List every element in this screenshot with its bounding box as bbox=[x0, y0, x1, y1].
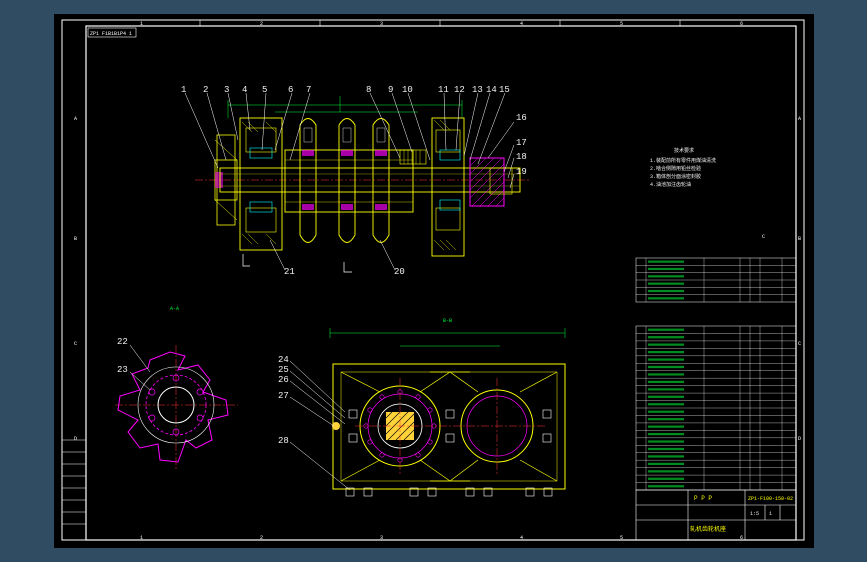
callout-number: 22 bbox=[117, 337, 128, 347]
title-block-code: ZP1-F100-150-02 bbox=[748, 496, 793, 502]
bottom-ruler-label: 5 bbox=[620, 535, 623, 541]
callout-number: 25 bbox=[278, 365, 289, 375]
table-cell-mark bbox=[648, 425, 684, 428]
cad-drawing-canvas[interactable]: 1 2 3 4 5 6 1 2 3 4 5 6 A B C D A B C D … bbox=[0, 0, 867, 562]
table-cell-mark bbox=[648, 388, 684, 391]
table-cell-mark bbox=[648, 267, 684, 271]
top-ruler-label: 5 bbox=[620, 21, 623, 27]
callout-number: 16 bbox=[516, 113, 527, 123]
callout-number: 3 bbox=[224, 85, 229, 95]
section-label-c: C bbox=[762, 234, 765, 240]
title-block-scale: 1:5 bbox=[750, 511, 759, 517]
section-label-bb: B-B bbox=[443, 318, 452, 324]
left-ruler-label: B bbox=[74, 236, 77, 242]
callout-number: 11 bbox=[438, 85, 449, 95]
callout-number: 4 bbox=[242, 85, 247, 95]
left-ruler-label: A bbox=[74, 116, 77, 122]
callout-number: 5 bbox=[262, 85, 267, 95]
table-cell-mark bbox=[648, 477, 684, 480]
callout-number: 9 bbox=[388, 85, 393, 95]
table-cell-mark bbox=[648, 470, 684, 473]
notes-line: 3.箱体剖分面涂密封胶 bbox=[650, 173, 701, 180]
table-cell-mark bbox=[648, 447, 684, 451]
callout-number: 8 bbox=[366, 85, 371, 95]
top-ruler-label: 2 bbox=[260, 21, 263, 27]
bottom-ruler-label: 4 bbox=[520, 535, 523, 541]
callout-number: 13 bbox=[472, 85, 483, 95]
table-cell-mark bbox=[648, 365, 684, 369]
table-cell-mark bbox=[648, 395, 684, 398]
table-cell-mark bbox=[648, 462, 684, 466]
table-cell-mark bbox=[648, 455, 684, 458]
top-ruler-label: 3 bbox=[380, 21, 383, 27]
callout-number: 19 bbox=[516, 167, 527, 177]
callout-number: 21 bbox=[284, 267, 295, 277]
table-cell-mark bbox=[648, 380, 684, 384]
callout-number: 1 bbox=[181, 85, 186, 95]
title-block-company: P P P bbox=[694, 495, 712, 502]
table-cell-mark bbox=[648, 358, 684, 361]
table-cell-mark bbox=[648, 485, 684, 488]
bottom-ruler-label: 2 bbox=[260, 535, 263, 541]
table-cell-mark bbox=[648, 260, 684, 263]
callout-number: 18 bbox=[516, 152, 527, 162]
callout-number: 23 bbox=[117, 365, 128, 375]
bottom-ruler-label: 1 bbox=[140, 535, 143, 541]
table-cell-mark bbox=[648, 297, 684, 300]
callout-number: 14 bbox=[486, 85, 497, 95]
table-cell-mark bbox=[648, 373, 684, 376]
callout-number: 12 bbox=[454, 85, 465, 95]
callout-number: 20 bbox=[394, 267, 405, 277]
table-cell-mark bbox=[648, 403, 684, 406]
callout-number: 7 bbox=[306, 85, 311, 95]
right-ruler-label: A bbox=[798, 116, 801, 122]
table-cell-mark bbox=[648, 275, 684, 278]
notes-line: 4.油池加注齿轮油 bbox=[650, 181, 691, 188]
table-cell-mark bbox=[648, 440, 684, 443]
callout-number: 24 bbox=[278, 355, 289, 365]
callout-number: 28 bbox=[278, 436, 289, 446]
title-block-sheet: 1 bbox=[769, 511, 772, 517]
table-cell-mark bbox=[648, 328, 684, 331]
right-ruler-label: B bbox=[798, 236, 801, 242]
title-tag: ZP1 F1B1B1P4 1 bbox=[90, 31, 132, 37]
callout-number: 17 bbox=[516, 138, 527, 148]
table-cell-mark bbox=[648, 336, 684, 339]
top-ruler-label: 4 bbox=[520, 21, 523, 27]
table-cell-mark bbox=[648, 418, 684, 421]
callout-number: 15 bbox=[499, 85, 510, 95]
notes-line: 2.啮合侧隙用铅丝检验 bbox=[650, 165, 701, 172]
bottom-ruler-label: 3 bbox=[380, 535, 383, 541]
callout-number: 10 bbox=[402, 85, 413, 95]
drawing-sheet bbox=[54, 14, 814, 548]
callout-number: 27 bbox=[278, 391, 289, 401]
callout-number: 6 bbox=[288, 85, 293, 95]
table-cell-mark bbox=[648, 432, 684, 436]
notes-line: 1.装配前所有零件用煤油清洗 bbox=[650, 157, 716, 164]
left-ruler-label: D bbox=[74, 436, 77, 442]
table-cell-mark bbox=[648, 282, 684, 285]
top-ruler-label: 6 bbox=[740, 21, 743, 27]
table-cell-mark bbox=[648, 410, 684, 413]
right-ruler-label: C bbox=[798, 341, 801, 347]
title-block-name: 轧机齿轮机座 bbox=[690, 525, 726, 533]
table-cell-mark bbox=[648, 343, 684, 346]
top-ruler-label: 1 bbox=[140, 21, 143, 27]
callout-number: 26 bbox=[278, 375, 289, 385]
notes-heading: 技术要求 bbox=[674, 147, 694, 154]
left-ruler-label: C bbox=[74, 341, 77, 347]
right-ruler-label: D bbox=[798, 436, 801, 442]
section-label-aa: A-A bbox=[170, 306, 179, 312]
table-cell-mark bbox=[648, 350, 684, 354]
callout-number: 2 bbox=[203, 85, 208, 95]
table-cell-mark bbox=[648, 289, 684, 293]
